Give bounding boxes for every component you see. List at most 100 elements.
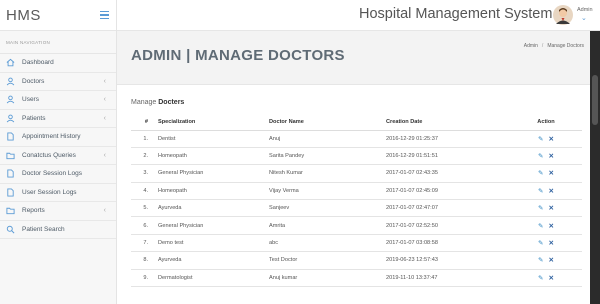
creation-date-cell: 2017-01-07 02:45:09 [386,182,510,201]
folder-icon [6,206,15,215]
home-icon [6,58,15,67]
sidebar-item-conatctus-queries[interactable]: Conatctus Queries ‹ [0,147,116,165]
admin-name[interactable]: Admin [577,7,593,13]
hamburger-menu-icon[interactable] [100,11,109,19]
header-num: # [131,115,158,131]
delete-x-icon[interactable]: ✕ [549,240,554,247]
creation-date-cell: 2016-12-29 01:25:37 [386,130,510,148]
sidebar-item-patients[interactable]: Patients ‹ [0,110,116,128]
page-title: ADMIN | MANAGE DOCTORS [131,47,345,64]
action-cell: ✎ ✕ [510,251,582,270]
action-cell: ✎ ✕ [510,147,582,166]
delete-x-icon[interactable]: ✕ [549,257,554,264]
delete-x-icon[interactable]: ✕ [549,223,554,230]
sidebar-item-doctor-session-logs[interactable]: Doctor Session Logs [0,165,116,184]
breadcrumb-current: Manage Doctors [547,43,584,49]
delete-x-icon[interactable]: ✕ [549,153,554,160]
table-row: 3. General Physician Nitesh Kumar 2017-01-0… [131,164,582,183]
table-row: 5. Ayurveda Sanjeev 2017-01-07 02:47:07 ✎ ✕ [131,199,582,218]
search-icon [6,225,15,234]
edit-pencil-icon[interactable]: ✎ [538,188,543,195]
edit-pencil-icon[interactable]: ✎ [538,240,543,247]
nav-section-title: MAIN NAVIGATION [6,40,51,45]
row-number: 7. [131,234,158,253]
panel-title: Manage Docters [131,99,184,106]
delete-x-icon[interactable]: ✕ [549,205,554,212]
creation-date-cell: 2017-01-07 03:08:58 [386,234,510,253]
delete-x-icon[interactable]: ✕ [549,170,554,177]
sidebar-item-label: User Session Logs [22,188,77,196]
specialization-cell: Ayurveda [158,199,269,218]
delete-x-icon[interactable]: ✕ [549,188,554,195]
chevron-down-icon[interactable]: ⌄ [581,14,587,22]
doctor-name-cell: Sarita Pandey [269,147,386,166]
scrollbar-thumb[interactable] [592,75,598,125]
header-doctor-name: Doctor Name [269,115,386,131]
specialization-cell: Dentist [158,130,269,148]
page-header: ADMIN | MANAGE DOCTORS Admin / Manage Doct… [117,31,590,84]
row-number: 1. [131,130,158,148]
sidebar-item-patient-search[interactable]: Patient Search [0,221,116,239]
sidebar-item-appointment-history[interactable]: Appointment History [0,128,116,147]
action-cell: ✎ ✕ [510,199,582,218]
sidebar-item-label: Dashboard [22,59,54,67]
edit-pencil-icon[interactable]: ✎ [538,136,543,143]
edit-pencil-icon[interactable]: ✎ [538,275,543,282]
action-cell: ✎ ✕ [510,182,582,201]
sidebar-item-label: Patient Search [22,225,65,233]
user-icon [6,77,15,86]
breadcrumb-separator: / [541,43,544,49]
sidebar-item-label: Users [22,96,39,104]
action-cell: ✎ ✕ [510,234,582,253]
table-row: 9. Dermatologist Anuj kumar 2019-11-10 13:3… [131,269,582,288]
action-cell: ✎ ✕ [510,216,582,235]
brand-bar: HMS [0,0,116,31]
sidebar-item-doctors[interactable]: Doctors ‹ [0,73,116,91]
specialization-cell: Homeopath [158,182,269,201]
user-icon [6,114,15,123]
admin-avatar[interactable] [553,5,573,25]
row-number: 3. [131,164,158,183]
delete-x-icon[interactable]: ✕ [549,275,554,282]
file-icon [6,188,15,197]
file-icon [6,132,15,141]
doctor-name-cell: Nitesh Kumar [269,164,386,183]
specialization-cell: General Physician [158,164,269,183]
doctor-name-cell: Anuj [269,130,386,148]
scrollbar-track[interactable] [590,31,600,304]
edit-pencil-icon[interactable]: ✎ [538,257,543,264]
header-action: Action [510,115,582,131]
doctor-name-cell: abc [269,234,386,253]
breadcrumb-admin[interactable]: Admin [524,43,538,49]
brand-logo: HMS [6,6,41,24]
sidebar-item-users[interactable]: Users ‹ [0,91,116,110]
delete-x-icon[interactable]: ✕ [549,136,554,143]
sidebar-item-dashboard[interactable]: Dashboard [0,54,116,73]
user-icon [6,95,15,104]
doctor-name-cell: Vijay Verma [269,182,386,201]
edit-pencil-icon[interactable]: ✎ [538,223,543,230]
doctors-table: # Specialization Doctor Name Creation Da… [131,115,582,288]
chevron-left-icon: ‹ [103,207,106,215]
table-row: 4. Homeopath Vijay Verma 2017-01-07 02:45:0… [131,182,582,201]
action-cell: ✎ ✕ [510,130,582,148]
row-number: 2. [131,147,158,166]
sidebar-item-label: Doctors [22,77,45,85]
panel-title-prefix: Manage [131,99,157,106]
breadcrumb: Admin / Manage Doctors [524,43,584,49]
doctor-name-cell: Amrita [269,216,386,235]
sidebar-item-user-session-logs[interactable]: User Session Logs [0,184,116,202]
specialization-cell: General Physician [158,216,269,235]
row-number: 9. [131,269,158,288]
row-number: 4. [131,182,158,201]
sidebar-item-label: Doctor Session Logs [22,170,82,178]
edit-pencil-icon[interactable]: ✎ [538,170,543,177]
creation-date-cell: 2017-01-07 02:52:50 [386,216,510,235]
header-creation-date: Creation Date [386,115,510,131]
edit-pencil-icon[interactable]: ✎ [538,153,543,160]
specialization-cell: Dermatologist [158,269,269,288]
specialization-cell: Homeopath [158,147,269,166]
sidebar-item-reports[interactable]: Reports ‹ [0,202,116,221]
chevron-left-icon: ‹ [103,114,106,122]
edit-pencil-icon[interactable]: ✎ [538,205,543,212]
